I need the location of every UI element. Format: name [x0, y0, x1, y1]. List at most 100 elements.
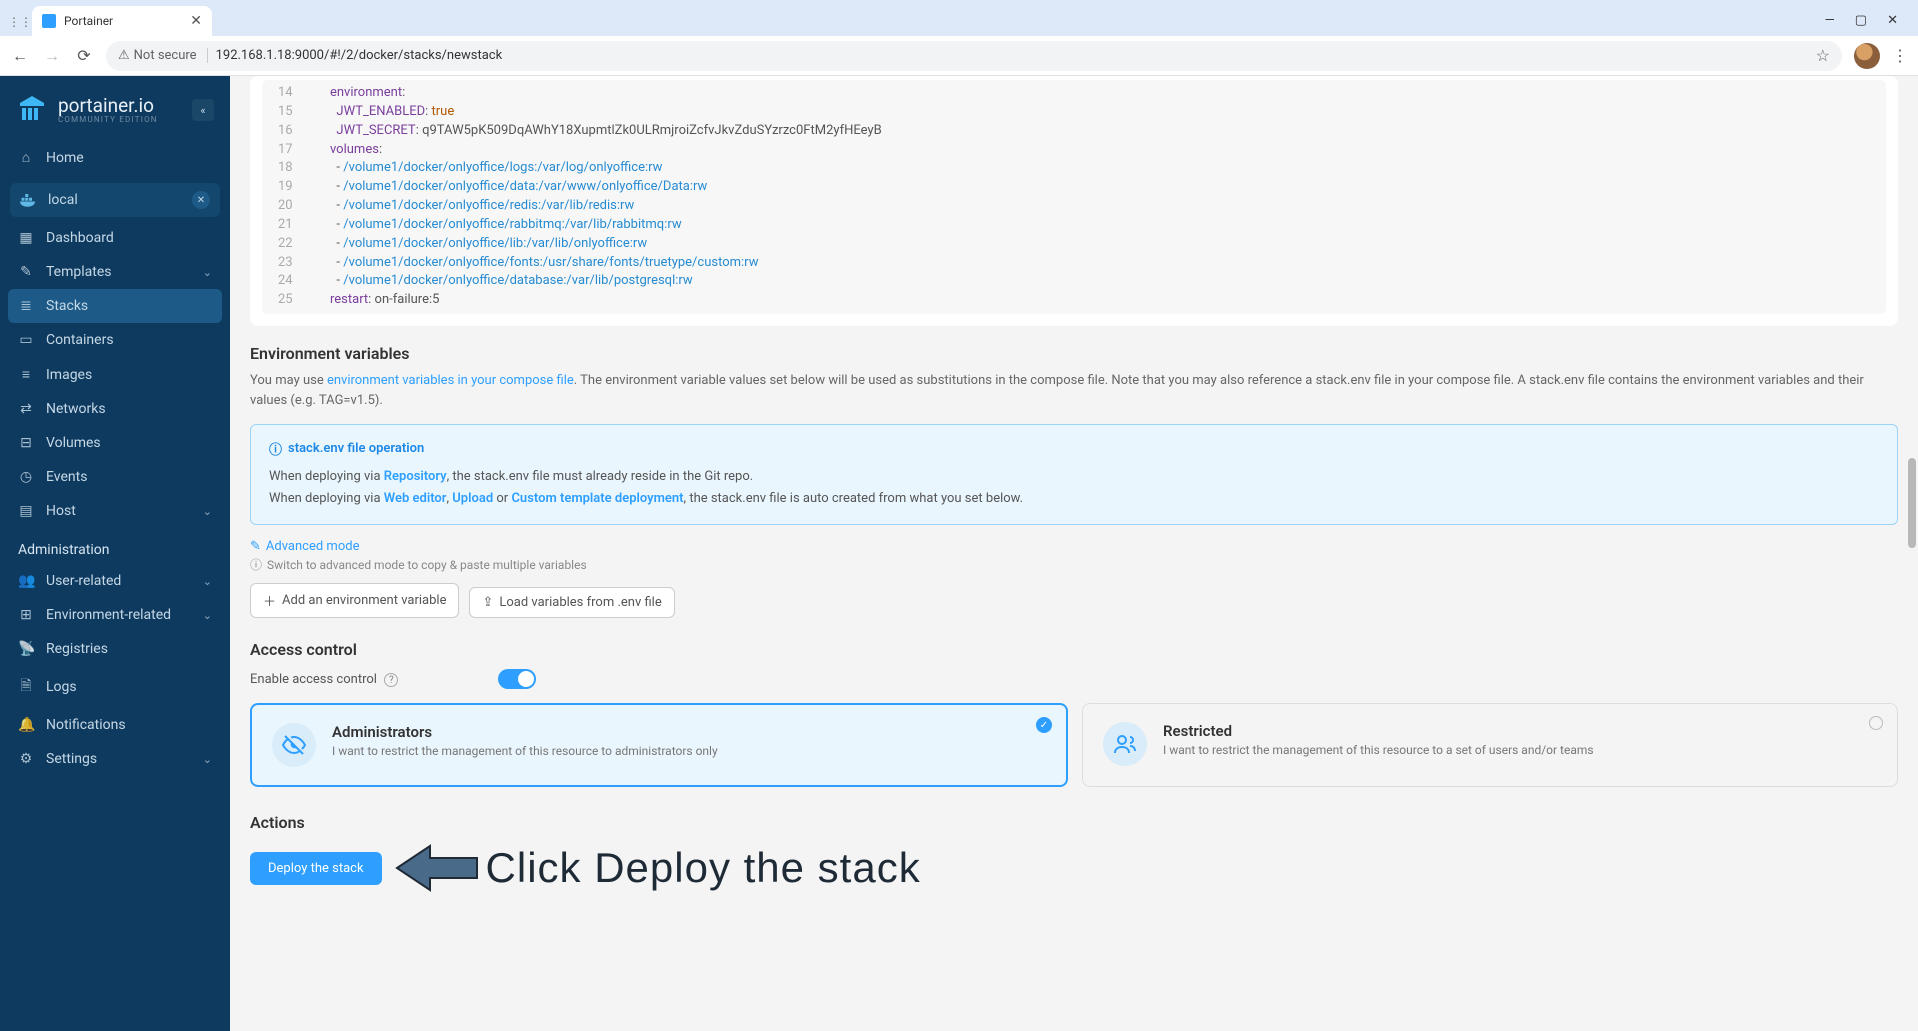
deploy-stack-button[interactable]: Deploy the stack: [250, 852, 382, 885]
window-minimize-button[interactable]: —: [1825, 13, 1835, 28]
environment-close-button[interactable]: ✕: [192, 191, 210, 209]
annotation-text: Click Deploy the stack: [486, 844, 921, 892]
brand-subtitle: COMMUNITY EDITION: [58, 115, 158, 124]
sidebar-item-settings[interactable]: ⚙ Settings ⌄: [0, 742, 230, 776]
warning-icon: ⚠: [118, 48, 130, 63]
sidebar-item-stacks[interactable]: ≣ Stacks: [8, 289, 222, 323]
sidebar-item-label: Templates: [46, 264, 112, 280]
chevron-down-icon: ⌄: [203, 609, 212, 622]
sidebar-item-label: Stacks: [46, 298, 88, 314]
environment-selector[interactable]: local ✕: [10, 183, 220, 217]
sidebar-item-environment-related[interactable]: ⊞ Environment-related ⌄: [0, 598, 230, 632]
sidebar-item-label: Events: [46, 469, 87, 485]
chevron-down-icon: ⌄: [203, 505, 212, 518]
window-close-button[interactable]: ✕: [1887, 13, 1898, 28]
volumes-icon: ⊟: [18, 435, 34, 451]
sidebar-item-label: Settings: [46, 751, 97, 767]
nav-back-button[interactable]: ←: [10, 46, 30, 66]
sidebar-item-label: Logs: [46, 679, 77, 695]
info-icon: ⓘ: [269, 439, 282, 458]
sidebar-item-networks[interactable]: ⇄ Networks: [0, 392, 230, 426]
sidebar-item-registries[interactable]: 📡 Registries: [0, 632, 230, 666]
reg-icon: 📡: [18, 641, 34, 657]
security-status[interactable]: ⚠ Not secure: [118, 48, 208, 63]
bookmark-star-icon[interactable]: ☆: [1816, 46, 1830, 65]
main-content: 141516171819202122232425 environment: JW…: [230, 76, 1918, 1031]
load-env-file-button[interactable]: ⇪ Load variables from .env file: [469, 587, 674, 618]
sidebar-item-user-related[interactable]: 👥 User-related ⌄: [0, 564, 230, 598]
sidebar-item-label: User-related: [46, 573, 121, 589]
access-card-restricted[interactable]: Restricted I want to restrict the manage…: [1082, 703, 1898, 787]
users-icon: 👥: [18, 573, 34, 589]
sidebar-item-volumes[interactable]: ⊟ Volumes: [0, 426, 230, 460]
line-gutter: 141516171819202122232425: [262, 80, 303, 314]
chevron-down-icon: ⌄: [203, 575, 212, 588]
annotation-overlay: Click Deploy the stack: [392, 840, 921, 896]
sidebar-item-label: Home: [46, 150, 84, 166]
host-icon: ▤: [18, 503, 34, 519]
address-bar[interactable]: ⚠ Not secure 192.168.1.18:9000/#!/2/dock…: [106, 41, 1842, 71]
sidebar-item-notifications[interactable]: 🔔 Notifications: [0, 708, 230, 742]
events-icon: ◷: [18, 469, 34, 485]
tab-close-button[interactable]: ✕: [190, 13, 202, 29]
sidebar-item-label: Images: [46, 367, 92, 383]
env-icon: ⊞: [18, 607, 34, 623]
card-desc: I want to restrict the management of thi…: [1163, 743, 1594, 757]
sidebar-item-templates[interactable]: ✎ Templates ⌄: [0, 255, 230, 289]
arrow-left-icon: [392, 840, 482, 896]
env-desc: You may use environment variables in you…: [250, 371, 1898, 410]
actions-title: Actions: [250, 813, 1898, 832]
advanced-hint: Switch to advanced mode to copy & paste …: [267, 558, 587, 572]
card-title: Restricted: [1163, 722, 1594, 740]
browser-tab[interactable]: Portainer ✕: [32, 6, 212, 36]
sidebar-collapse-button[interactable]: «: [192, 99, 214, 121]
upload-icon: ⇪: [482, 595, 493, 610]
logs-icon: 🗎: [18, 675, 34, 699]
editor-card: 141516171819202122232425 environment: JW…: [250, 76, 1898, 326]
bell-icon: 🔔: [18, 717, 34, 733]
sidebar-item-label: Containers: [46, 332, 114, 348]
browser-titlebar: ⋮⋮ Portainer ✕ — ▢ ✕: [0, 0, 1918, 36]
sidebar-item-label: Networks: [46, 401, 106, 417]
tab-title: Portainer: [64, 14, 113, 28]
eye-off-icon: [282, 733, 306, 757]
sidebar-item-dashboard[interactable]: ▦ Dashboard: [0, 221, 230, 255]
nav-reload-button[interactable]: ⟳: [74, 46, 94, 65]
stacks-icon: ≣: [18, 298, 34, 314]
portainer-logo-icon: [16, 94, 48, 126]
browser-toolbar: ← → ⟳ ⚠ Not secure 192.168.1.18:9000/#!/…: [0, 36, 1918, 76]
profile-avatar[interactable]: [1854, 43, 1880, 69]
sidebar-item-host[interactable]: ▤ Host ⌄: [0, 494, 230, 528]
sidebar-item-images[interactable]: ≡ Images: [0, 357, 230, 392]
docker-icon: [20, 193, 38, 207]
sidebar-item-logs[interactable]: 🗎 Logs: [0, 666, 230, 708]
access-control-toggle[interactable]: [498, 669, 536, 689]
chevron-down-icon: ⌄: [203, 753, 212, 766]
browser-menu-button[interactable]: ⋮: [1892, 46, 1908, 65]
access-card-administrators[interactable]: Administrators I want to restrict the ma…: [250, 703, 1068, 787]
sidebar-item-events[interactable]: ◷ Events: [0, 460, 230, 494]
containers-icon: ▭: [18, 332, 34, 348]
sidebar-item-home[interactable]: ⌂ Home: [0, 140, 230, 175]
sidebar-item-label: Volumes: [46, 435, 101, 451]
chevron-down-icon: ⌄: [203, 266, 212, 279]
window-maximize-button[interactable]: ▢: [1855, 13, 1867, 28]
info-small-icon: ⓘ: [250, 556, 262, 573]
advanced-mode-link[interactable]: Advanced mode: [266, 539, 360, 554]
scrollbar-thumb[interactable]: [1908, 458, 1916, 548]
help-icon[interactable]: ?: [384, 673, 398, 687]
code-editor[interactable]: 141516171819202122232425 environment: JW…: [262, 80, 1886, 314]
env-desc-link[interactable]: environment variables in your compose fi…: [327, 373, 574, 388]
add-env-var-button[interactable]: ＋ Add an environment variable: [250, 583, 459, 618]
tab-favicon-icon: [42, 14, 56, 28]
environment-name: local: [48, 192, 78, 208]
nav-forward-button[interactable]: →: [42, 46, 62, 66]
edit-icon: ✎: [250, 539, 261, 554]
radio-unchecked-icon: [1869, 716, 1883, 730]
home-icon: ⌂: [18, 149, 34, 166]
sidebar-item-containers[interactable]: ▭ Containers: [0, 323, 230, 357]
access-title: Access control: [250, 640, 1898, 659]
images-icon: ≡: [18, 366, 34, 383]
card-title: Administrators: [332, 723, 718, 741]
sidebar-item-label: Notifications: [46, 717, 126, 733]
